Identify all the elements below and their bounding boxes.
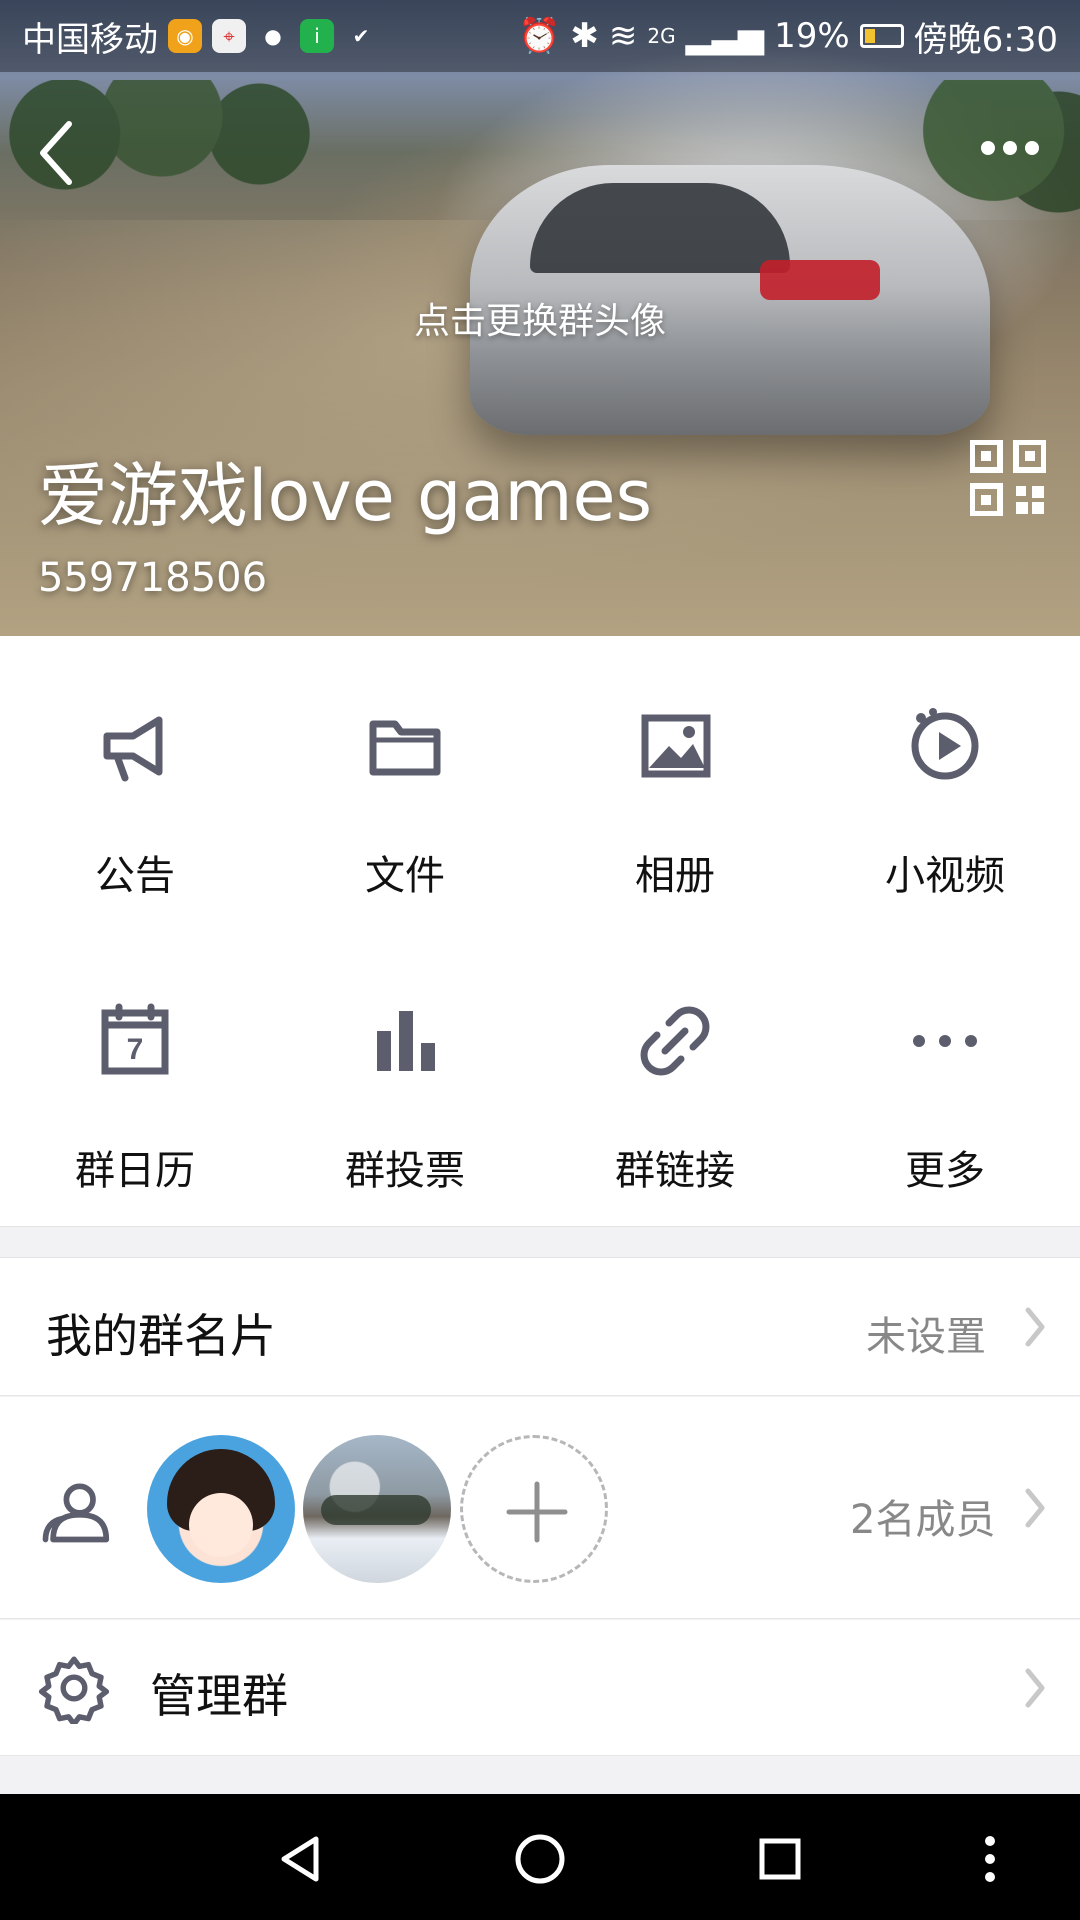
add-member-button[interactable] xyxy=(460,1435,608,1583)
nav-back-icon xyxy=(281,1836,319,1882)
manage-group-label: 管理群 xyxy=(150,1669,288,1723)
members-icon xyxy=(42,1483,110,1543)
function-row: 7 群日历 群投票 群链接 更多 xyxy=(0,931,1080,1226)
function-calendar[interactable]: 7 群日历 xyxy=(0,931,270,1226)
back-button[interactable] xyxy=(20,108,90,198)
function-announcement[interactable]: 公告 xyxy=(0,636,270,931)
group-id: 559718506 xyxy=(38,555,268,601)
manage-group-row[interactable]: 管理群 xyxy=(0,1620,1080,1756)
nav-menu-icon xyxy=(985,1836,995,1882)
weibo-icon: ◉ xyxy=(168,19,202,53)
status-left: 中国移动 ◉ ⌖ ● i ✔ xyxy=(22,12,378,61)
function-label: 公告 xyxy=(95,853,175,899)
nav-recents-button[interactable] xyxy=(745,1824,815,1894)
folder-icon xyxy=(369,720,441,776)
function-more[interactable]: 更多 xyxy=(810,931,1080,1226)
alarm-icon: ⏰ xyxy=(518,16,561,56)
member-avatar[interactable] xyxy=(303,1435,451,1583)
network-type: 2G xyxy=(647,24,676,48)
nav-home-icon xyxy=(515,1834,565,1884)
iqiyi-icon: i xyxy=(300,19,334,53)
battery-fill xyxy=(864,29,875,43)
function-link[interactable]: 群链接 xyxy=(540,931,810,1226)
qr-code-icon xyxy=(969,439,1047,517)
back-chevron-icon xyxy=(40,121,72,185)
my-group-card-value: 未设置 xyxy=(866,1314,986,1360)
nav-back-button[interactable] xyxy=(265,1824,335,1894)
wifi-icon: ≋ xyxy=(608,16,638,56)
android-navigation-bar xyxy=(0,1794,1080,1920)
carrier-text: 中国移动 xyxy=(22,19,158,60)
battery-percentage: 19% xyxy=(774,16,850,56)
function-album[interactable]: 相册 xyxy=(540,636,810,931)
function-label: 文件 xyxy=(365,853,445,899)
status-right: ⏰ ✱ ≋ 2G ▂▃▅ 19% 傍晚6:30 xyxy=(518,12,1058,61)
bluetooth-icon: ✱ xyxy=(570,16,599,56)
chevron-right-icon xyxy=(1025,1307,1045,1347)
status-bar: 中国移动 ◉ ⌖ ● i ✔ ⏰ ✱ ≋ 2G ▂▃▅ 19% 傍晚6:30 xyxy=(0,0,1080,72)
function-files[interactable]: 文件 xyxy=(270,636,540,931)
chevron-right-icon xyxy=(1025,1668,1045,1708)
gear-icon xyxy=(38,1656,110,1724)
change-avatar-prompt[interactable]: 点击更换群头像 xyxy=(0,292,1080,344)
more-dot xyxy=(1025,141,1039,155)
group-header-image[interactable]: 点击更换群头像 爱游戏love games 559718506 xyxy=(0,0,1080,636)
nav-recents-icon xyxy=(759,1838,801,1880)
calendar-day: 7 xyxy=(127,1033,144,1066)
function-poll[interactable]: 群投票 xyxy=(270,931,540,1226)
group-name: 爱游戏love games xyxy=(38,455,653,537)
function-label: 群投票 xyxy=(345,1148,465,1194)
qr-code-button[interactable] xyxy=(969,439,1047,517)
album-icon xyxy=(641,714,711,778)
function-short-video[interactable]: 小视频 xyxy=(810,636,1080,931)
more-button[interactable] xyxy=(960,128,1060,168)
megaphone-icon xyxy=(103,716,163,782)
function-label: 群链接 xyxy=(615,1148,735,1194)
maps-icon: ⌖ xyxy=(212,19,246,53)
time-text: 傍晚6:30 xyxy=(913,19,1058,60)
video-play-icon xyxy=(911,708,979,780)
nav-home-button[interactable] xyxy=(505,1824,575,1894)
function-label: 更多 xyxy=(905,1148,985,1194)
member-avatar[interactable] xyxy=(147,1435,295,1583)
function-row: 公告 文件 相册 小视频 xyxy=(0,636,1080,931)
chat-bubble-icon: ● xyxy=(264,24,282,48)
plus-icon xyxy=(506,1481,568,1543)
nav-menu-button[interactable] xyxy=(955,1824,1025,1894)
shield-check-icon: ✔ xyxy=(352,24,370,48)
function-label: 小视频 xyxy=(885,853,1005,899)
function-label: 群日历 xyxy=(75,1148,195,1194)
section-gap xyxy=(0,1226,1080,1258)
poll-bars-icon xyxy=(377,1011,435,1071)
my-group-card-row[interactable]: 我的群名片 未设置 xyxy=(0,1258,1080,1396)
function-label: 相册 xyxy=(635,853,715,899)
link-icon xyxy=(640,1006,710,1076)
battery-icon xyxy=(859,24,904,48)
chevron-right-icon xyxy=(1025,1488,1045,1528)
my-group-card-label: 我的群名片 xyxy=(46,1309,276,1363)
calendar-icon: 7 xyxy=(101,1003,169,1075)
signal-icon: ▂▃▅ xyxy=(685,16,765,56)
member-count: 2名成员 xyxy=(850,1497,996,1543)
more-dot xyxy=(1003,141,1017,155)
function-grid: 公告 文件 相册 小视频 7 群日历 群投票 群链接 更多 xyxy=(0,636,1080,1226)
more-dots-icon xyxy=(913,1035,977,1047)
more-dot xyxy=(981,141,995,155)
